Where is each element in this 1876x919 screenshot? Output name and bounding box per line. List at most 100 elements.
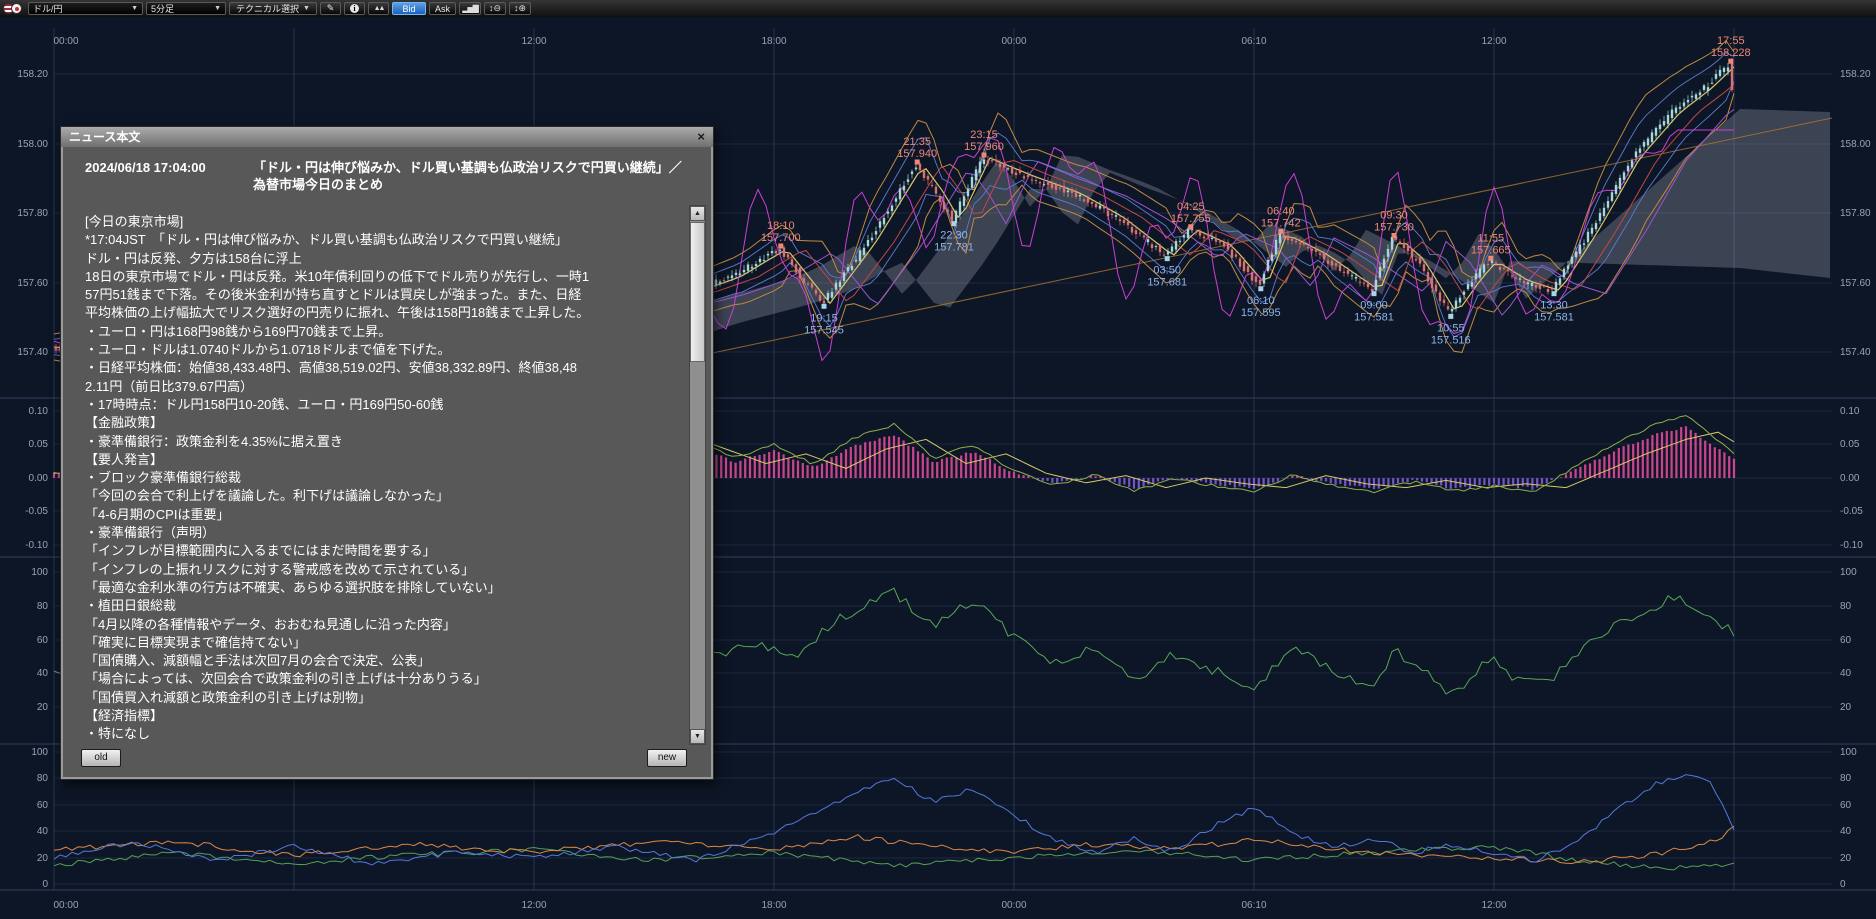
price-axis-label-right: 0 [1840,879,1846,890]
candle-body [1007,168,1009,169]
news-line: ・日経平均株価：始値38,433.48円、高値38,519.02円、安値38,3… [85,359,671,377]
bid-button[interactable]: Bid [392,2,426,15]
candle-body [919,164,921,170]
histogram-bar [1671,431,1673,478]
candle-body [827,293,829,300]
candle-body [715,279,717,286]
annotation-label: 157.781 [934,242,974,254]
scroll-up-icon[interactable]: ▲ [690,206,705,221]
histogram-bar [984,458,986,478]
vertical-zoom-out-button[interactable]: ↕⊖ [484,2,506,15]
volume-button[interactable]: ▂▅▇ [459,2,481,15]
candle-body [1599,213,1601,221]
candle-body [1087,198,1089,202]
price-axis-label-right: 158.00 [1840,139,1871,150]
news-popup: ニュース本文 × 2024/06/18 17:04:00 「ドル・円は伸び悩みか… [60,126,714,780]
candle-body [907,179,909,182]
news-scrollbar[interactable]: ▲ ▼ [689,205,706,745]
news-line: ・ブロック豪準備銀行総裁 [85,469,671,487]
histogram-bar [922,453,924,478]
annotation-label: 157.665 [1471,244,1511,256]
ask-button[interactable]: Ask [429,2,456,15]
vertical-zoom-in-button[interactable]: ↕⊕ [509,2,531,15]
close-icon[interactable]: × [697,127,705,147]
timeframe-select[interactable]: 5分足 ▼ [146,2,226,15]
histogram-bar [1637,442,1639,478]
chart-annotation: 10:55157.516 [1431,314,1471,347]
draw-button[interactable]: ✎ [320,2,341,15]
candle-body [803,278,805,282]
pair-select[interactable]: ドル/円 ▼ [28,2,143,15]
candle-body [1411,250,1413,258]
histogram-bar [1191,478,1193,481]
chart-annotation: 21:35157.940 [897,136,937,165]
histogram-bar [1488,478,1490,486]
candle-body [775,251,777,254]
technical-select-button[interactable]: テクニカル選択 ▼ [229,2,317,15]
candle-body [1351,275,1353,276]
news-popup-titlebar[interactable]: ニュース本文 × [61,127,713,147]
extreme-marker-icon [982,153,987,158]
scrollbar-thumb[interactable] [690,222,705,362]
extreme-marker-icon [1165,256,1170,261]
histogram-bar [1243,478,1245,487]
candle-body [1303,243,1305,245]
candle-body [1583,243,1585,244]
price-axis-label-left: 100 [31,567,48,578]
candle-body [859,250,861,261]
candle-body [887,212,889,214]
annotation-label: 17:55 [1717,35,1745,47]
new-news-button[interactable]: new [647,749,687,767]
candle-body [1079,195,1081,196]
news-headline: 2024/06/18 17:04:00 「ドル・円は伸び悩みか、ドル買い基調も仏… [85,159,683,193]
histogram-bar [787,458,789,478]
candle-body [1671,110,1673,119]
candle-body [1407,246,1409,251]
old-news-button[interactable]: old [81,749,121,767]
candle-body [1275,240,1277,254]
histogram-bar [1368,478,1370,488]
candle-body [1059,188,1061,189]
histogram-bar [1080,478,1082,479]
histogram-bar [1603,456,1605,478]
candle-body [1711,83,1713,84]
ask-button-label: Ask [435,4,450,14]
annotation-label: 157.545 [804,324,844,336]
candle-body [1659,124,1661,129]
price-axis-label-left: 20 [37,702,49,713]
candle-body [1067,191,1069,193]
price-axis-label-left: 158.20 [17,69,48,80]
news-line: 「場合によっては、次回会合で政策金利の引き上げは十分ありうる」 [85,670,671,688]
candle-body [1451,309,1453,311]
candle-body [1371,289,1373,291]
candle-body [1495,263,1497,264]
histogram-bar [850,447,852,478]
histogram-bar [1493,478,1495,484]
candle-body [1023,176,1025,178]
time-axis-label-bottom: 00:00 [53,900,78,911]
histogram-bar [1599,459,1601,478]
scroll-down-icon[interactable]: ▼ [690,729,705,744]
chart-style-button[interactable]: ▲▲ [368,2,389,15]
news-line: 【金融政策】 [85,414,671,432]
news-line: 「国債買入れ減額と政策金利の引き上げは別物」 [85,689,671,707]
histogram-bar [1695,433,1697,478]
info-button[interactable]: i [344,2,365,15]
histogram-bar [999,466,1001,478]
candle-body [1075,192,1077,196]
candle-body [1439,292,1441,301]
candle-body [947,210,949,212]
histogram-bar [1546,478,1548,483]
histogram-bar [783,454,785,478]
histogram-bar [1171,478,1173,479]
news-line: 【要人発言】 [85,451,671,469]
candle-body [1139,233,1141,234]
histogram-bar [1498,478,1500,485]
candle-body [871,238,873,241]
chart-toolbar: ドル/円 ▼ 5分足 ▼ テクニカル選択 ▼ ✎ i ▲▲ Bid Ask ▂▅… [0,0,1876,17]
candle-body [1419,258,1421,264]
candle-body [1431,278,1433,289]
candle-body [1427,272,1429,281]
histogram-bar [1373,478,1375,489]
price-axis-label-left: 157.80 [17,208,48,219]
